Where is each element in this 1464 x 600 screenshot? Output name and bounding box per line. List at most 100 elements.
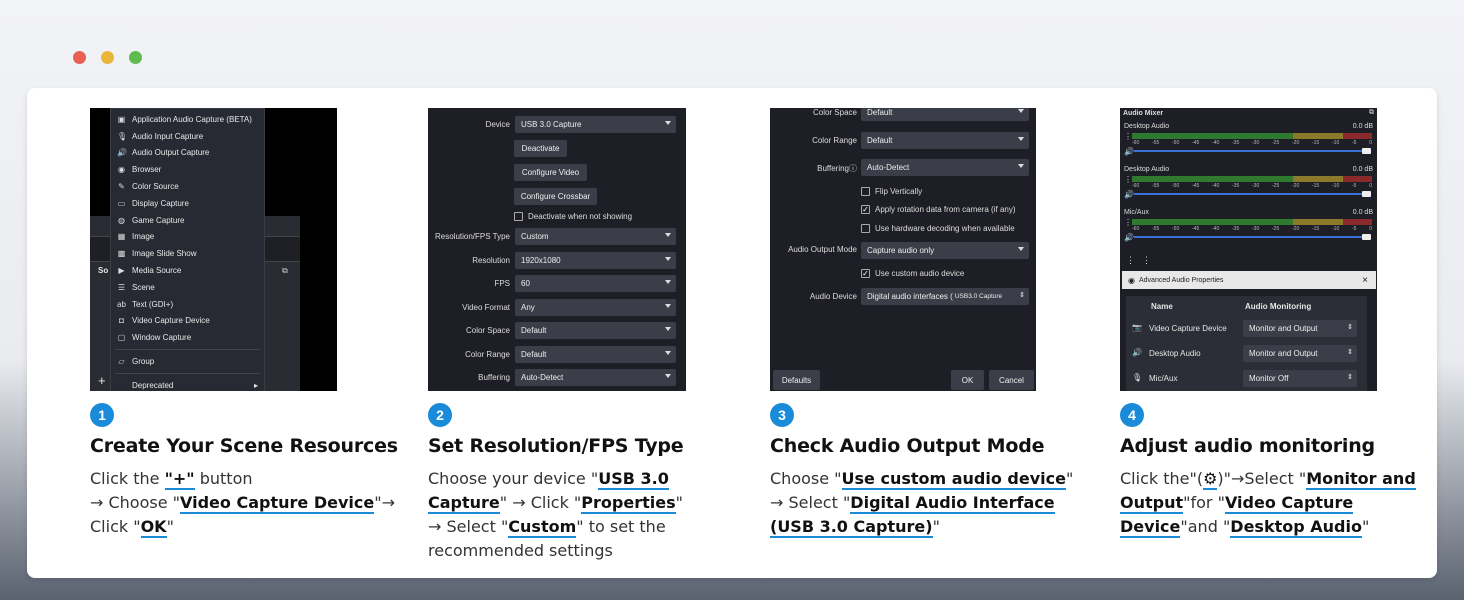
level-meter bbox=[1132, 219, 1372, 225]
close-icon[interactable]: × bbox=[1362, 275, 1368, 286]
mixer-menu-icon-2[interactable]: ⋮ bbox=[1142, 255, 1151, 266]
window-controls bbox=[73, 51, 142, 64]
menu-item[interactable]: ▦ Image bbox=[111, 229, 264, 246]
menu-item[interactable]: ✎ Color Source bbox=[111, 178, 264, 195]
microphone-icon: 🎙 bbox=[1132, 373, 1143, 382]
volume-slider[interactable] bbox=[1134, 193, 1370, 195]
cancel-button[interactable]: Cancel bbox=[989, 370, 1034, 390]
audio-device-select[interactable]: Digital audio interfaces (USB3.0 Capture… bbox=[861, 288, 1029, 305]
chevron-right-icon: ▸ bbox=[253, 380, 258, 390]
field-select[interactable]: Default bbox=[515, 345, 676, 363]
configure-video-button[interactable]: Configure Video bbox=[514, 164, 587, 181]
step-title: Set Resolution/FPS Type bbox=[428, 435, 684, 457]
channel-db: 0.0 dB bbox=[1352, 123, 1373, 130]
chevron-down-icon bbox=[665, 350, 671, 355]
configure-crossbar-button[interactable]: Configure Crossbar bbox=[514, 188, 597, 205]
menu-item-icon: ▦ bbox=[117, 232, 126, 242]
deactivate-button[interactable]: Deactivate bbox=[514, 140, 567, 157]
chevron-down-icon bbox=[665, 327, 671, 331]
level-meter bbox=[1132, 176, 1372, 182]
monitoring-select[interactable]: Monitor and Output ⇕ bbox=[1243, 345, 1357, 362]
menu-item-deprecated[interactable]: Deprecated ▸ bbox=[111, 377, 264, 391]
field-label: Resolution bbox=[472, 255, 510, 265]
menu-item-icon: ▭ bbox=[117, 198, 126, 208]
volume-slider[interactable] bbox=[1134, 150, 1370, 152]
add-source-screenshot: So + ▣ Application Audio Capture (BETA) 🎙 A… bbox=[90, 108, 337, 391]
monitoring-select[interactable]: Monitor Off ⇕ bbox=[1243, 370, 1357, 387]
chevron-down-icon bbox=[665, 256, 671, 261]
ok-button[interactable]: OK bbox=[951, 370, 984, 390]
row-name: Desktop Audio bbox=[1149, 349, 1201, 358]
channel-menu-icon[interactable]: ⋮ bbox=[1124, 175, 1132, 184]
menu-item-icon: ◉ bbox=[118, 165, 125, 175]
menu-item-group[interactable]: ▱ Group bbox=[111, 353, 264, 370]
device-select[interactable]: USB 3.0 Capture bbox=[515, 116, 676, 133]
channel-menu-icon[interactable]: ⋮ bbox=[1124, 218, 1132, 227]
menu-item[interactable]: ☰ Scene bbox=[111, 279, 264, 296]
menu-item-icon: ab bbox=[117, 299, 126, 309]
help-icon: ⓘ bbox=[849, 164, 857, 173]
field-select[interactable]: Custom bbox=[515, 228, 676, 245]
gear-icon: ⚙ bbox=[1203, 469, 1218, 490]
monitoring-select[interactable]: Monitor and Output ⇕ bbox=[1243, 320, 1357, 337]
undock-icon[interactable]: ⧉ bbox=[1369, 109, 1374, 117]
maximize-dot[interactable] bbox=[129, 51, 142, 64]
hwdecode-checkbox[interactable]: Use hardware decoding when available bbox=[861, 224, 1015, 233]
step-desc: Click the "+" button → Choose "Video Cap… bbox=[90, 469, 395, 538]
step-desc: Click the"(⚙)"→Select "Monitor and Outpu… bbox=[1120, 469, 1416, 538]
step-2: 2 Set Resolution/FPS Type Choose your de… bbox=[428, 403, 718, 563]
channel-name: Desktop Audio bbox=[1124, 166, 1170, 173]
menu-item[interactable]: ▩ Image Slide Show bbox=[111, 245, 264, 262]
menu-item[interactable]: ◘ Video Capture Device bbox=[111, 313, 264, 330]
color-space-label: Color Space bbox=[812, 108, 857, 117]
mixer-menu-icon[interactable]: ⋮ bbox=[1126, 255, 1135, 266]
menu-item-icon: ▩ bbox=[117, 249, 126, 259]
menu-item[interactable]: ▶ Media Source bbox=[111, 262, 264, 279]
menu-item[interactable]: ab Text (GDI+) bbox=[111, 296, 264, 313]
meter-scale: -60 -55 -50 -45 -40 -35 -30 -25 -20 -15 -10 -5 0 bbox=[1132, 226, 1372, 232]
deactivate-checkbox[interactable]: Deactivate when not showing bbox=[514, 212, 632, 221]
volume-slider[interactable] bbox=[1134, 236, 1370, 238]
defaults-button[interactable]: Defaults bbox=[773, 370, 820, 390]
volume-knob[interactable] bbox=[1362, 234, 1371, 240]
volume-knob[interactable] bbox=[1362, 191, 1371, 197]
add-source-button[interactable]: + bbox=[98, 373, 106, 388]
audio-output-mode-label: Audio Output Mode bbox=[788, 245, 857, 254]
minimize-dot[interactable] bbox=[101, 51, 114, 64]
field-select[interactable]: Default bbox=[515, 322, 676, 339]
flip-checkbox[interactable]: Flip Vertically bbox=[861, 187, 922, 196]
menu-item[interactable]: ▢ Window Capture bbox=[111, 329, 264, 346]
menu-item[interactable]: ▣ Application Audio Capture (BETA) bbox=[111, 111, 264, 128]
field-select[interactable]: Any bbox=[515, 298, 676, 316]
stepper-icon: ⇕ bbox=[1347, 324, 1353, 331]
field-select[interactable]: 1920x1080 bbox=[515, 251, 676, 269]
color-space-select[interactable]: Default bbox=[861, 108, 1029, 121]
col-name: Name bbox=[1151, 302, 1173, 311]
menu-item[interactable]: ▭ Display Capture bbox=[111, 195, 264, 212]
menu-item[interactable]: ◍ Game Capture bbox=[111, 212, 264, 229]
menu-item-icon: 🎙 bbox=[117, 131, 128, 141]
speaker-icon[interactable]: 🔊 bbox=[1124, 233, 1134, 242]
dock-icon[interactable]: ⧉ bbox=[282, 266, 288, 276]
speaker-icon[interactable]: 🔊 bbox=[1124, 147, 1134, 156]
menu-item[interactable]: ◉ Browser bbox=[111, 161, 264, 178]
color-range-select[interactable]: Default bbox=[861, 132, 1029, 149]
obs-icon: ◉ bbox=[1128, 275, 1135, 285]
mixer-title: Audio Mixer bbox=[1123, 110, 1164, 117]
camera-icon: 📷 bbox=[1132, 323, 1142, 332]
audio-output-mode-select[interactable]: Capture audio only bbox=[861, 242, 1029, 259]
rotation-checkbox[interactable]: ✓ Apply rotation data from camera (if any… bbox=[861, 205, 1016, 214]
meter-scale: -60 -55 -50 -45 -40 -35 -30 -25 -20 -15 -10 -5 0 bbox=[1132, 140, 1372, 146]
menu-item[interactable]: 🔊 Audio Output Capture bbox=[111, 145, 264, 162]
buffering-select[interactable]: Auto-Detect bbox=[861, 159, 1029, 176]
close-dot[interactable] bbox=[73, 51, 86, 64]
custom-audio-checkbox[interactable]: ✓ Use custom audio device bbox=[861, 269, 964, 278]
volume-knob[interactable] bbox=[1362, 148, 1371, 154]
field-select[interactable]: Auto-Detect bbox=[515, 369, 676, 386]
channel-menu-icon[interactable]: ⋮ bbox=[1124, 132, 1132, 141]
audio-mixer-screenshot: Audio Mixer ⧉ Desktop Audio 0.0 dB ⋮ -60 -55… bbox=[1120, 108, 1377, 391]
field-select[interactable]: 60 bbox=[515, 275, 676, 292]
chevron-down-icon bbox=[665, 233, 671, 237]
speaker-icon[interactable]: 🔊 bbox=[1124, 190, 1134, 199]
menu-item[interactable]: 🎙 Audio Input Capture bbox=[111, 128, 264, 145]
